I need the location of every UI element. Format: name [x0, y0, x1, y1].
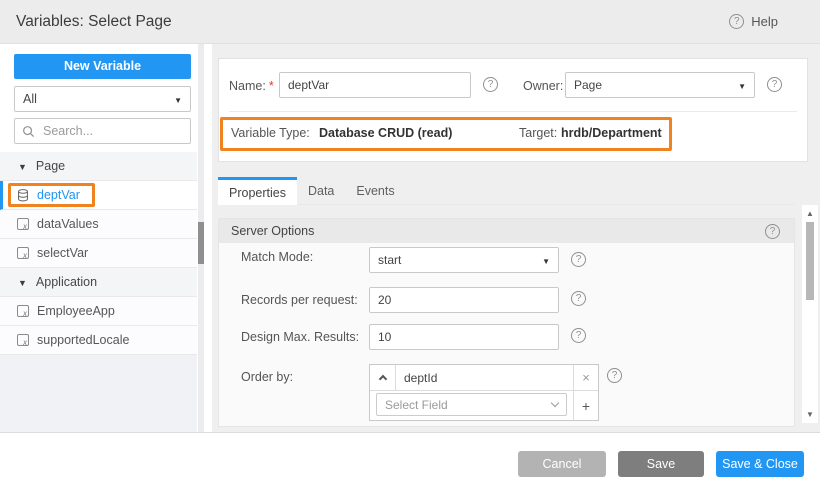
search-input[interactable]	[41, 120, 186, 142]
variable-icon	[17, 247, 29, 259]
database-icon	[17, 189, 29, 202]
owner-help-icon[interactable]	[767, 77, 782, 92]
selection-highlight-box: deptVar	[8, 183, 95, 207]
variable-filter-select[interactable]: All	[14, 86, 191, 112]
records-per-request-help-icon[interactable]	[571, 291, 586, 306]
order-by-help-icon[interactable]	[607, 368, 622, 383]
page-title: Variables: Select Page	[16, 0, 172, 44]
new-variable-button[interactable]: New Variable	[14, 54, 191, 79]
help-button[interactable]: Help	[729, 14, 778, 29]
variable-type-label: Variable Type:	[231, 126, 310, 140]
records-per-request-label: Records per request:	[241, 293, 358, 307]
save-and-close-button[interactable]: Save & Close	[716, 451, 804, 477]
design-max-results-label: Design Max. Results:	[241, 330, 359, 344]
content-scrollbar-thumb[interactable]	[806, 222, 814, 300]
variable-icon	[17, 305, 29, 317]
tree-item-employeeapp[interactable]: EmployeeApp	[0, 297, 197, 326]
tree-item-supportedlocale[interactable]: supportedLocale	[0, 326, 197, 355]
order-by-widget: deptId Select Field	[369, 364, 599, 421]
server-options-title: Server Options	[231, 224, 314, 238]
triangle-down-icon	[18, 275, 27, 289]
tree-item-datavalues[interactable]: dataValues	[0, 210, 197, 239]
scroll-up-arrow-icon[interactable]	[802, 209, 818, 218]
type-highlight-box: Variable Type: Database CRUD (read) Targ…	[220, 117, 672, 151]
dialog-footer: Cancel Save Save & Close	[0, 432, 820, 492]
cancel-button[interactable]: Cancel	[518, 451, 606, 477]
tab-data[interactable]: Data	[297, 177, 345, 205]
tree-item-label: supportedLocale	[37, 333, 129, 347]
scroll-down-arrow-icon[interactable]	[802, 410, 818, 419]
variable-detail-area: Name:* Owner:* Page Variable Type: Datab…	[212, 44, 820, 432]
target-label: Target:	[519, 126, 557, 140]
name-label: Name:*	[229, 79, 274, 93]
sidebar-filler	[0, 355, 197, 432]
tab-properties[interactable]: Properties	[218, 177, 297, 205]
name-help-icon[interactable]	[483, 77, 498, 92]
target-value: hrdb/Department	[561, 126, 662, 140]
records-per-request-input[interactable]	[369, 287, 559, 313]
required-mark: *	[269, 79, 274, 93]
variable-filter-value: All	[23, 92, 174, 106]
select-field-placeholder: Select Field	[385, 398, 552, 412]
caret-down-icon	[542, 253, 550, 267]
tree-item-selectvar[interactable]: selectVar	[0, 239, 197, 268]
detail-tabs: Properties Data Events	[218, 177, 406, 205]
caret-down-icon	[174, 92, 182, 106]
dialog-header: Variables: Select Page Help	[0, 0, 820, 44]
match-mode-select[interactable]: start	[369, 247, 559, 273]
design-max-results-help-icon[interactable]	[571, 328, 586, 343]
sidebar-scrollbar-thumb[interactable]	[198, 222, 204, 264]
content-scrollbar-track[interactable]	[802, 205, 818, 423]
sort-direction-button[interactable]	[370, 365, 396, 390]
variables-tree: Page deptVar dataValues selectVar Applic…	[0, 152, 197, 355]
name-input[interactable]	[279, 72, 471, 98]
variables-sidebar: New Variable All Page deptVar dataVal	[0, 44, 205, 432]
order-by-add-row: Select Field	[370, 391, 598, 420]
owner-select[interactable]: Page	[565, 72, 755, 98]
order-by-label: Order by:	[241, 370, 293, 384]
server-options-help-icon[interactable]	[765, 224, 780, 239]
tree-group-label: Application	[36, 275, 97, 289]
save-button[interactable]: Save	[618, 451, 704, 477]
order-by-field[interactable]: deptId	[396, 365, 573, 390]
caret-down-icon	[738, 78, 746, 92]
match-mode-help-icon[interactable]	[571, 252, 586, 267]
help-icon	[729, 14, 744, 29]
tree-item-deptvar[interactable]: deptVar	[0, 181, 197, 210]
match-mode-label: Match Mode:	[241, 250, 313, 264]
properties-panel: Server Options Match Mode: start Records…	[218, 218, 795, 427]
variables-dialog: Variables: Select Page Help New Variable…	[0, 0, 820, 492]
variable-search	[14, 118, 191, 144]
summary-divider	[229, 111, 797, 112]
add-field-button[interactable]	[573, 391, 598, 420]
triangle-down-icon	[18, 159, 27, 173]
server-options-header: Server Options	[219, 219, 794, 243]
owner-label: Owner:*	[523, 79, 571, 93]
tree-item-label: deptVar	[37, 188, 80, 202]
tree-item-label: EmployeeApp	[37, 304, 115, 318]
tree-group-application[interactable]: Application	[0, 268, 197, 297]
tree-group-page[interactable]: Page	[0, 152, 197, 181]
variable-icon	[17, 218, 29, 230]
match-mode-value: start	[378, 253, 542, 267]
design-max-results-input[interactable]	[369, 324, 559, 350]
chevron-down-icon	[551, 399, 559, 407]
search-icon	[22, 125, 35, 138]
tree-group-label: Page	[36, 159, 65, 173]
variable-type-value: Database CRUD (read)	[319, 126, 452, 140]
chevron-up-icon	[378, 375, 386, 383]
variable-summary-panel: Name:* Owner:* Page Variable Type: Datab…	[218, 58, 808, 162]
tree-item-label: dataValues	[37, 217, 99, 231]
variable-icon	[17, 334, 29, 346]
owner-value: Page	[574, 78, 738, 92]
remove-field-button[interactable]	[573, 365, 598, 390]
tab-events[interactable]: Events	[345, 177, 405, 205]
help-label: Help	[751, 14, 778, 29]
tree-item-label: selectVar	[37, 246, 88, 260]
order-by-row: deptId	[370, 365, 598, 391]
select-field-dropdown[interactable]: Select Field	[376, 393, 567, 416]
